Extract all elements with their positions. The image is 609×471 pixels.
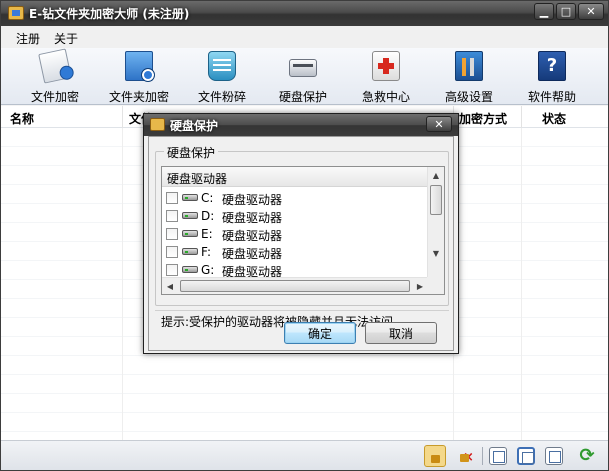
toolbar-advanced-settings-button[interactable]: 高级设置 [431, 51, 507, 104]
lock-icon[interactable] [424, 445, 446, 467]
dialog-title-bar[interactable]: 硬盘保护 ✕ [144, 114, 458, 136]
shredder-icon [208, 51, 236, 81]
horizontal-scroll-thumb[interactable] [180, 280, 410, 292]
disk-protect-dialog: 硬盘保护 ✕ 硬盘保护 硬盘驱动器 C: 硬盘驱动器 D: 硬盘驱动器 E: 硬… [143, 113, 459, 354]
view-details-icon[interactable] [545, 447, 563, 465]
view-list-icon[interactable] [517, 447, 535, 465]
window-title: E-钻文件夹加密大师 (未注册) [29, 7, 190, 21]
menu-about[interactable]: 关于 [47, 26, 85, 48]
close-button[interactable]: ✕ [578, 3, 604, 20]
toolbar-folder-encrypt-button[interactable]: 文件夹加密 [101, 51, 177, 104]
drive-item-g[interactable]: G: 硬盘驱动器 [166, 261, 426, 277]
status-separator [482, 447, 483, 465]
menu-register[interactable]: 注册 [9, 26, 47, 48]
column-gridline [521, 128, 522, 440]
hard-drive-icon [182, 266, 198, 273]
toolbar-label: 文件粉碎 [197, 90, 246, 104]
hard-drive-icon [289, 59, 317, 77]
drive-list-header[interactable]: 硬盘驱动器 [162, 167, 428, 187]
folder-lock-icon [125, 51, 155, 82]
drive-list[interactable]: 硬盘驱动器 C: 硬盘驱动器 D: 硬盘驱动器 E: 硬盘驱动器 F: 硬盘驱动… [161, 166, 445, 295]
app-folder-icon [8, 6, 24, 20]
toolbar-file-shred-button[interactable]: 文件粉碎 [184, 51, 260, 104]
column-name[interactable]: 名称 [10, 110, 34, 127]
menu-bar: 注册 关于 [1, 26, 608, 48]
cancel-button[interactable]: 取消 [365, 322, 437, 344]
unlock-icon[interactable] [454, 445, 476, 467]
drive-item-c[interactable]: C: 硬盘驱动器 [166, 189, 426, 207]
minimize-button[interactable]: ▁ [534, 3, 554, 20]
vertical-scroll-thumb[interactable] [430, 185, 442, 215]
column-separator[interactable] [521, 106, 522, 128]
hard-drive-icon [182, 248, 198, 255]
disk-protect-group: 硬盘保护 硬盘驱动器 C: 硬盘驱动器 D: 硬盘驱动器 E: 硬盘驱动器 F:… [155, 144, 449, 306]
column-gridline [122, 128, 123, 440]
column-encrypt-method[interactable]: 加密方式 [459, 110, 507, 127]
horizontal-scrollbar[interactable]: ◀ ▶ [162, 277, 428, 294]
ok-button[interactable]: 确定 [284, 322, 356, 344]
drive-item-e[interactable]: E: 硬盘驱动器 [166, 225, 426, 243]
drive-rows: C: 硬盘驱动器 D: 硬盘驱动器 E: 硬盘驱动器 F: 硬盘驱动器 G: 硬… [162, 189, 428, 277]
toolbar-label: 软件帮助 [527, 90, 576, 104]
toolbar-file-encrypt-button[interactable]: 文件加密 [17, 48, 93, 104]
toolbar-rescue-center-button[interactable]: 急救中心 [348, 51, 424, 104]
toolbar-label: 文件夹加密 [108, 90, 169, 104]
hint-divider [155, 310, 449, 311]
scroll-up-icon[interactable]: ▲ [428, 167, 444, 183]
column-separator[interactable] [122, 106, 123, 128]
drive-letter: C: [201, 191, 214, 205]
toolbar: 文件加密 文件夹加密 文件粉碎 硬盘保护 急救中心 高级设置 ? 软件帮助 [1, 48, 608, 105]
drive-letter: E: [201, 227, 213, 241]
drive-checkbox[interactable] [166, 264, 178, 276]
dialog-close-button[interactable]: ✕ [426, 116, 452, 132]
drive-checkbox[interactable] [166, 228, 178, 240]
drive-item-d[interactable]: D: 硬盘驱动器 [166, 207, 426, 225]
toolbar-label: 文件加密 [30, 90, 79, 104]
view-icons-icon[interactable] [489, 447, 507, 465]
toolbar-disk-protect-button[interactable]: 硬盘保护 [265, 51, 341, 104]
maximize-button[interactable]: □ [556, 3, 576, 20]
drive-list-header-label: 硬盘驱动器 [167, 172, 228, 186]
scroll-down-icon[interactable]: ▼ [428, 245, 444, 261]
help-book-icon: ? [538, 51, 566, 81]
drive-name: 硬盘驱动器 [222, 229, 283, 243]
dialog-folder-icon [150, 118, 165, 131]
drive-letter: D: [201, 209, 215, 223]
group-label: 硬盘保护 [164, 144, 219, 161]
status-bar: ⟳ [1, 440, 608, 470]
column-status[interactable]: 状态 [542, 110, 566, 127]
drive-name: 硬盘驱动器 [222, 265, 283, 277]
drive-checkbox[interactable] [166, 246, 178, 258]
tools-icon [455, 51, 483, 81]
hint-text: 提示:受保护的驱动器将被隐藏并且无法访问 [161, 315, 394, 329]
toolbar-label: 高级设置 [444, 90, 493, 104]
drive-checkbox[interactable] [166, 192, 178, 204]
hard-drive-icon [182, 230, 198, 237]
file-lock-icon [38, 48, 72, 84]
window-controls: ▁ □ ✕ [534, 3, 604, 20]
dialog-title: 硬盘保护 [170, 119, 219, 133]
drive-name: 硬盘驱动器 [222, 193, 283, 207]
drive-item-f[interactable]: F: 硬盘驱动器 [166, 243, 426, 261]
drive-name: 硬盘驱动器 [222, 247, 283, 261]
scroll-left-icon[interactable]: ◀ [162, 278, 178, 294]
dialog-body: 硬盘保护 硬盘驱动器 C: 硬盘驱动器 D: 硬盘驱动器 E: 硬盘驱动器 F:… [148, 136, 454, 351]
title-bar[interactable]: E-钻文件夹加密大师 (未注册) ▁ □ ✕ [1, 1, 608, 26]
drive-letter: G: [201, 263, 215, 277]
drive-name: 硬盘驱动器 [222, 211, 283, 225]
scroll-corner [427, 277, 444, 294]
drive-checkbox[interactable] [166, 210, 178, 222]
drive-letter: F: [201, 245, 212, 259]
toolbar-label: 急救中心 [361, 90, 410, 104]
first-aid-icon [372, 51, 400, 81]
scroll-right-icon[interactable]: ▶ [412, 278, 428, 294]
hard-drive-icon [182, 212, 198, 219]
refresh-icon[interactable]: ⟳ [576, 445, 598, 467]
toolbar-help-button[interactable]: ? 软件帮助 [514, 51, 590, 104]
toolbar-label: 硬盘保护 [278, 90, 327, 104]
vertical-scrollbar[interactable]: ▲ ▼ [427, 167, 444, 278]
hard-drive-icon [182, 194, 198, 201]
